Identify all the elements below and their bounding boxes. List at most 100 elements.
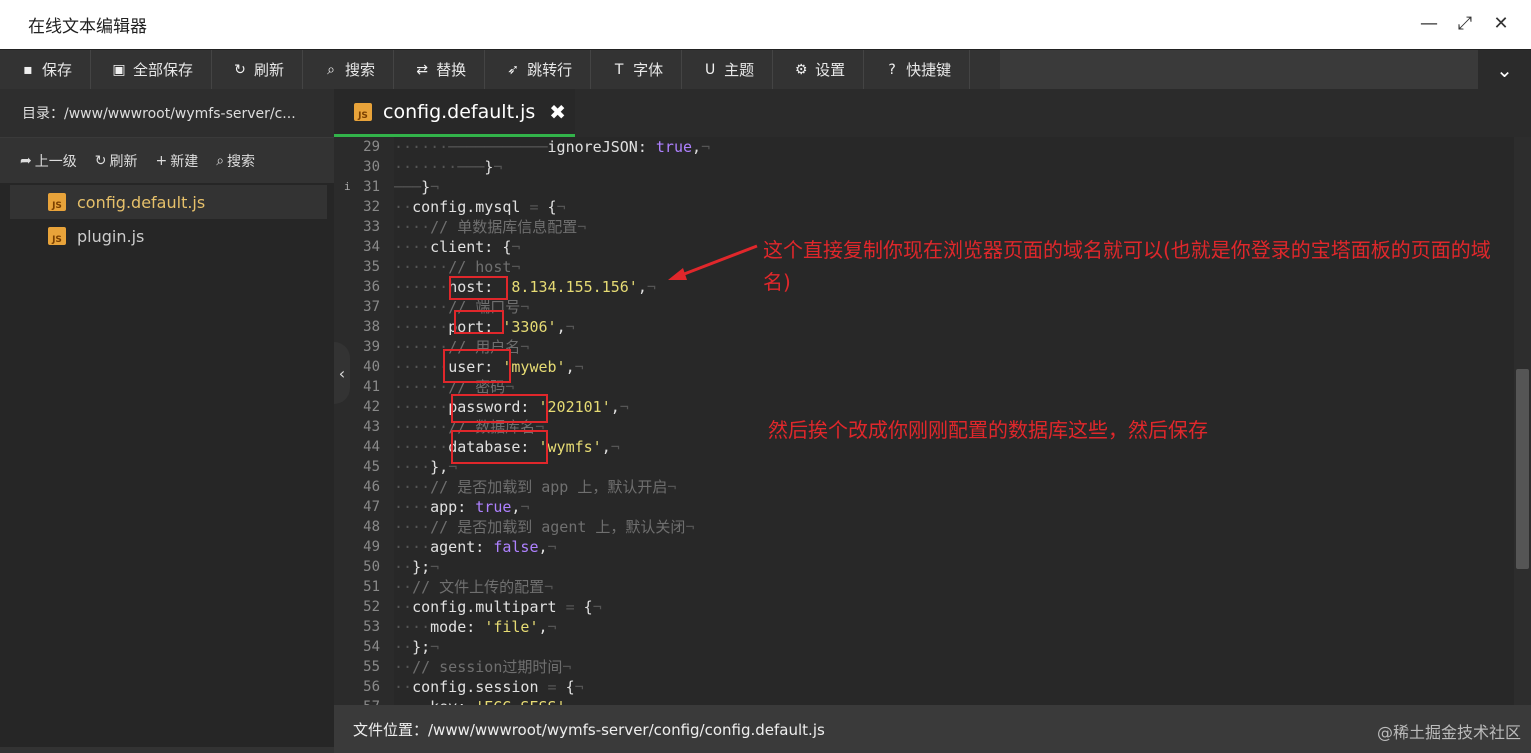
line-number: 35 bbox=[363, 259, 380, 275]
search-label: 搜索 bbox=[345, 61, 376, 79]
line-number: 55 bbox=[363, 659, 380, 675]
replace-label: 替换 bbox=[436, 61, 467, 79]
theme-button[interactable]: U 主题 bbox=[682, 50, 774, 89]
up-level-button[interactable]: ➦ 上一级 bbox=[20, 151, 77, 171]
line-number: 30 bbox=[363, 159, 380, 175]
sidebar-search-button[interactable]: ⌕ 搜索 bbox=[216, 151, 255, 171]
close-tab-icon[interactable]: ✖ bbox=[549, 100, 566, 124]
save-all-label: 全部保存 bbox=[133, 61, 194, 79]
new-file-label: 新建 bbox=[170, 153, 199, 170]
tab-config-default[interactable]: JS config.default.js ✖ bbox=[334, 89, 575, 137]
replace-icon: ⇄ bbox=[416, 61, 428, 78]
window-title: 在线文本编辑器 bbox=[28, 17, 147, 37]
settings-button[interactable]: ⚙ 设置 bbox=[773, 50, 865, 89]
line-number: 43 bbox=[363, 419, 380, 435]
up-level-icon: ➦ bbox=[20, 152, 32, 169]
directory-path: 目录：/www/wwwroot/wymfs-server/c... bbox=[0, 89, 334, 137]
code-line: ······// 密码¬ bbox=[394, 378, 515, 396]
replace-button[interactable]: ⇄ 替换 bbox=[394, 50, 486, 89]
line-number: 47 bbox=[363, 499, 380, 515]
scrollbar-thumb[interactable] bbox=[1516, 369, 1529, 569]
code-line: ······port: '3306',¬ bbox=[394, 318, 575, 336]
code-line: ····agent: false,¬ bbox=[394, 538, 557, 556]
code-line: ··};¬ bbox=[394, 638, 440, 656]
vertical-scrollbar[interactable] bbox=[1514, 137, 1531, 705]
code-line: ····// 是否加载到 agent 上，默认关闭¬ bbox=[394, 518, 695, 536]
line-number: 51 bbox=[363, 579, 380, 595]
highlight-database bbox=[451, 430, 548, 464]
refresh-icon: ↻ bbox=[94, 152, 107, 169]
file-item-config-default[interactable]: JS config.default.js bbox=[10, 185, 327, 219]
sidebar-refresh-label: 刷新 bbox=[109, 153, 138, 170]
search-icon: ⌕ bbox=[327, 61, 335, 78]
minimize-button[interactable]: — bbox=[1419, 14, 1439, 34]
line-number: 50 bbox=[363, 559, 380, 575]
settings-icon: ⚙ bbox=[794, 61, 808, 78]
line-number: 37 bbox=[363, 299, 380, 315]
file-name: config.default.js bbox=[77, 192, 206, 212]
font-label: 字体 bbox=[633, 61, 664, 79]
editor-window: 在线文本编辑器 — ⤢ ✕ ▪ 保存 ▣ 全部保存 ↻ 刷新 ⌕ 搜索 ⇄ 替换 ➶ 跳转行… bbox=[0, 0, 1531, 753]
window-controls: — ⤢ ✕ bbox=[1419, 14, 1511, 34]
file-item-plugin[interactable]: JS plugin.js bbox=[10, 219, 327, 253]
close-button[interactable]: ✕ bbox=[1491, 14, 1511, 34]
file-list: JS config.default.js JS plugin.js bbox=[0, 183, 334, 253]
code-line: ······// 端口号¬ bbox=[394, 298, 530, 316]
help-icon: ? bbox=[888, 61, 896, 78]
new-file-button[interactable]: + 新建 bbox=[155, 151, 198, 171]
tab-label: config.default.js bbox=[383, 100, 536, 123]
line-number: 36 bbox=[363, 279, 380, 295]
collapse-toolbar-button[interactable]: ⌄ bbox=[1478, 50, 1531, 89]
plus-icon: + bbox=[155, 152, 168, 169]
jump-icon: ➶ bbox=[507, 61, 519, 78]
refresh-button[interactable]: ↻ 刷新 bbox=[212, 50, 304, 89]
line-number: 48 bbox=[363, 519, 380, 535]
file-sidebar: 目录：/www/wwwroot/wymfs-server/c... ➦ 上一级 ↻… bbox=[0, 89, 334, 753]
code-line: ····mode: 'file',¬ bbox=[394, 618, 557, 636]
sidebar-search-label: 搜索 bbox=[227, 153, 256, 170]
line-number: 33 bbox=[363, 219, 380, 235]
code-line: ··// 文件上传的配置¬ bbox=[394, 578, 554, 596]
line-number: 45 bbox=[363, 459, 380, 475]
highlight-user bbox=[443, 349, 511, 383]
font-button[interactable]: T 字体 bbox=[591, 50, 683, 89]
refresh-icon: ↻ bbox=[234, 61, 246, 78]
up-level-label: 上一级 bbox=[34, 153, 77, 170]
save-label: 保存 bbox=[42, 61, 73, 79]
tab-bar: JS config.default.js ✖ bbox=[334, 89, 1531, 137]
line-number: 57 bbox=[334, 697, 394, 705]
chevron-down-icon: ⌄ bbox=[1496, 57, 1513, 82]
save-button[interactable]: ▪ 保存 bbox=[0, 50, 92, 89]
code-line: ······───────────ignoreJSON: true,¬ bbox=[394, 138, 711, 156]
shortcuts-button[interactable]: ? 快捷键 bbox=[864, 50, 971, 89]
code-line: ····app: true,¬ bbox=[394, 498, 530, 516]
line-number: 49 bbox=[363, 539, 380, 555]
maximize-button[interactable]: ⤢ bbox=[1455, 14, 1475, 34]
line-number: 56 bbox=[363, 679, 380, 695]
search-button[interactable]: ⌕ 搜索 bbox=[303, 50, 395, 89]
save-all-button[interactable]: ▣ 全部保存 bbox=[91, 50, 213, 89]
highlight-port bbox=[454, 310, 504, 334]
title-bar: 在线文本编辑器 — ⤢ ✕ bbox=[0, 0, 1531, 49]
toolbar: ▪ 保存 ▣ 全部保存 ↻ 刷新 ⌕ 搜索 ⇄ 替换 ➶ 跳转行 T 字体 U 主题 ⚙ 设置 ?… bbox=[0, 49, 1531, 89]
sidebar-toggle-button[interactable]: ‹ bbox=[334, 342, 350, 404]
font-icon: T bbox=[614, 61, 624, 78]
code-line: ····key: 'EGG_SESS',¬ bbox=[394, 697, 1514, 705]
code-line: ───}¬ bbox=[394, 178, 440, 196]
sidebar-refresh-button[interactable]: ↻ 刷新 bbox=[95, 151, 138, 171]
line-number-gutter: 29 30 i 31 32 33 34 35 36 37 38 39 40 41 … bbox=[334, 137, 394, 705]
settings-label: 设置 bbox=[815, 61, 846, 79]
line-number: 46 bbox=[363, 479, 380, 495]
js-file-icon: JS bbox=[48, 227, 66, 245]
status-bar: 文件位置：/www/wwwroot/wymfs-server/config/co… bbox=[334, 705, 1531, 753]
line-number: 52 bbox=[363, 599, 380, 615]
info-icon: i bbox=[344, 180, 351, 193]
code-line: ··// session过期时间¬ bbox=[394, 658, 572, 676]
code-line: ··config.session = {¬ bbox=[394, 678, 584, 696]
line-number: 54 bbox=[363, 639, 380, 655]
code-line: ······user: 'myweb',¬ bbox=[394, 358, 584, 376]
annotation-domain-note: 这个直接复制你现在浏览器页面的域名就可以(也就是你登录的宝塔面板的页面的域名) bbox=[763, 238, 1491, 294]
jump-line-button[interactable]: ➶ 跳转行 bbox=[485, 50, 592, 89]
line-number: 34 bbox=[363, 239, 380, 255]
annotation-save-note: 然后挨个改成你刚刚配置的数据库这些，然后保存 bbox=[768, 418, 1208, 442]
